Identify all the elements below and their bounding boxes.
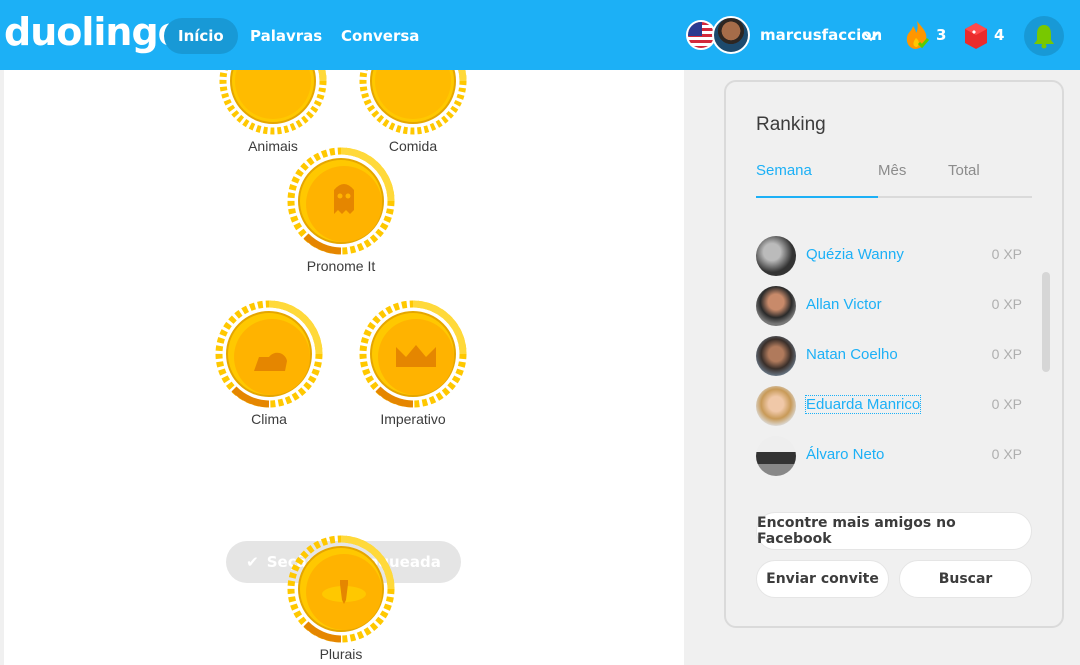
skill-label: Imperativo: [380, 411, 446, 427]
skill-pronome-it[interactable]: Pronome It: [286, 146, 396, 274]
duolingo-logo[interactable]: duolingo: [4, 10, 184, 54]
friend-xp: 0 XP: [991, 446, 1022, 462]
nav-inicio[interactable]: Início: [164, 18, 238, 54]
scrollbar[interactable]: [1042, 272, 1050, 372]
avatar[interactable]: [756, 286, 796, 326]
nav-palavras[interactable]: Palavras: [236, 18, 336, 54]
friend-xp: 0 XP: [991, 396, 1022, 412]
bell-icon: [1034, 25, 1054, 49]
avatar[interactable]: [712, 16, 750, 54]
list-item[interactable]: Álvaro Neto 0 XP: [756, 436, 1022, 476]
search-button[interactable]: Buscar: [899, 560, 1032, 598]
list-item[interactable]: Allan Victor 0 XP: [756, 286, 1022, 326]
ghost-icon: [287, 147, 395, 255]
friend-name[interactable]: Eduarda Manrico: [804, 395, 922, 414]
checkmark-icon: ✔: [246, 553, 259, 571]
list-item[interactable]: Natan Coelho 0 XP: [756, 336, 1022, 376]
skill-clima[interactable]: Clima: [214, 299, 324, 427]
flame-icon[interactable]: [904, 20, 930, 50]
ranking-title: Ranking: [756, 114, 826, 135]
friend-name[interactable]: Álvaro Neto: [806, 446, 884, 463]
skill-label: Pronome It: [306, 258, 376, 274]
friend-name[interactable]: Quézia Wanny: [806, 246, 904, 263]
streak-count: 3: [936, 26, 947, 44]
skill-label: Plurais: [319, 646, 363, 662]
bee-icon: [287, 535, 395, 643]
invite-button[interactable]: Enviar convite: [756, 560, 889, 598]
friend-name[interactable]: Allan Victor: [806, 296, 882, 313]
friend-xp: 0 XP: [991, 296, 1022, 312]
find-friends-facebook-button[interactable]: Encontre mais amigos no Facebook: [756, 512, 1032, 550]
gems-count: 4: [994, 26, 1005, 44]
friend-xp: 0 XP: [991, 246, 1022, 262]
cloud-icon: [215, 300, 323, 408]
list-item[interactable]: Quézia Wanny 0 XP: [756, 236, 1022, 276]
list-item[interactable]: Eduarda Manrico 0 XP: [756, 386, 1022, 426]
skill-imperativo[interactable]: Imperativo: [358, 299, 468, 427]
active-tab-indicator: [756, 196, 878, 198]
avatar[interactable]: [756, 386, 796, 426]
username[interactable]: marcusfaccion: [760, 26, 882, 44]
crown-icon: [359, 300, 467, 408]
skill-plurais[interactable]: Plurais: [286, 534, 396, 662]
skill-label: Clima: [251, 411, 287, 427]
nav-conversa[interactable]: Conversa: [327, 18, 433, 54]
gem-icon[interactable]: [964, 22, 988, 50]
top-navigation-bar: duolingo Início Palavras Conversa marcus…: [0, 0, 1080, 70]
ranking-tabs: Semana Mês Total: [756, 162, 1032, 198]
tab-total[interactable]: Total: [948, 162, 980, 179]
friend-name[interactable]: Natan Coelho: [806, 346, 898, 363]
avatar[interactable]: [756, 236, 796, 276]
tab-mes[interactable]: Mês: [878, 162, 906, 179]
notifications-button[interactable]: [1024, 16, 1064, 56]
tab-semana[interactable]: Semana: [756, 162, 812, 179]
avatar[interactable]: [756, 436, 796, 476]
friend-xp: 0 XP: [991, 346, 1022, 362]
ranking-panel: Ranking Semana Mês Total Quézia Wanny 0 …: [724, 80, 1064, 628]
avatar[interactable]: [756, 336, 796, 376]
skill-tree: Animais Comida Pronome It Clima Imperati…: [4, 27, 684, 665]
